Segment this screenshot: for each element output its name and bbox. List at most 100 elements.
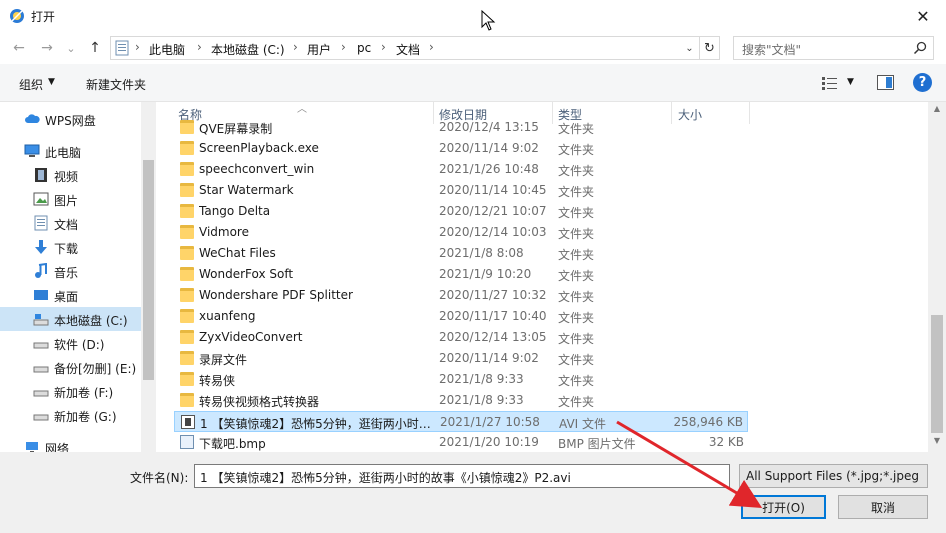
refresh-button[interactable]: ↻ xyxy=(699,37,719,59)
file-date: 2021/1/27 10:58 xyxy=(440,415,540,429)
file-name: Star Watermark xyxy=(199,183,294,197)
folder-icon xyxy=(180,225,194,239)
back-button[interactable]: ← xyxy=(8,36,30,60)
table-row[interactable]: WonderFox Soft 2021/1/9 10:20 文件夹 xyxy=(174,264,748,285)
sidebar-item-label: 图片 xyxy=(54,194,79,208)
search-icon xyxy=(913,41,927,55)
desktop-folder-icon xyxy=(34,290,48,300)
folder-icon xyxy=(180,246,194,260)
sidebar-item-drive-g[interactable]: 新加卷 (G:) xyxy=(0,403,141,427)
view-options-icon[interactable] xyxy=(821,76,839,90)
sidebar-item-desktop[interactable]: 桌面 xyxy=(0,283,141,307)
file-list: ︿ 名称 修改日期 类型 大小 QVE屏幕录制 2020/12/4 13:15 文件… xyxy=(163,102,928,452)
table-row[interactable]: Star Watermark 2020/11/14 10:45 文件夹 xyxy=(174,180,748,201)
file-date: 2020/12/21 10:07 xyxy=(439,204,547,218)
file-type-filter-select[interactable]: All Support Files (*.jpg;*.jpeg xyxy=(739,464,928,488)
file-date: 2020/11/27 10:32 xyxy=(439,288,547,302)
sidebar-item-pictures[interactable]: 图片 xyxy=(0,187,141,211)
downloads-folder-icon xyxy=(35,240,47,254)
table-row[interactable]: WeChat Files 2021/1/8 8:08 文件夹 xyxy=(174,243,748,264)
navigation-scrollbar-thumb[interactable] xyxy=(143,160,154,380)
file-type: 文件夹 xyxy=(558,206,595,220)
new-folder-button[interactable]: 新建文件夹 xyxy=(86,76,146,93)
file-date: 2021/1/8 9:33 xyxy=(439,372,524,386)
sidebar-item-label: 软件 (D:) xyxy=(54,338,105,352)
filename-label: 文件名(N): xyxy=(130,471,189,485)
folder-icon xyxy=(180,393,194,407)
sidebar-item-network[interactable]: 网络 xyxy=(0,435,141,452)
folder-icon xyxy=(115,40,129,56)
sidebar-item-drive-d[interactable]: 软件 (D:) xyxy=(0,331,141,355)
table-row[interactable]: speechconvert_win 2021/1/26 10:48 文件夹 xyxy=(174,159,748,180)
sidebar-item-this-pc[interactable]: 此电脑 xyxy=(0,139,141,163)
table-row[interactable]: 录屏文件 2020/11/14 9:02 文件夹 xyxy=(174,348,748,369)
file-date: 2020/11/14 9:02 xyxy=(439,141,539,155)
sidebar-item-label: 桌面 xyxy=(54,290,79,304)
file-date: 2021/1/8 9:33 xyxy=(439,393,524,407)
table-row[interactable]: Tango Delta 2020/12/21 10:07 文件夹 xyxy=(174,201,748,222)
window-title: 打开 xyxy=(31,10,56,24)
search-input[interactable]: 搜索"文档" xyxy=(733,36,934,60)
table-row[interactable]: 转易侠视频格式转换器 2021/1/8 9:33 文件夹 xyxy=(174,390,748,411)
filename-input[interactable]: 1 【笑镇惊魂2】恐怖5分钟，逛街两小时的故事《小镇惊魂2》P2.avi xyxy=(194,464,730,488)
file-type: 文件夹 xyxy=(558,395,595,409)
table-row[interactable]: 下载吧.bmp 2021/1/20 10:19 BMP 图片文件 32 KB xyxy=(174,432,748,452)
sidebar-item-drive-f[interactable]: 新加卷 (F:) xyxy=(0,379,141,403)
sidebar-item-drive-e[interactable]: 备份[勿删] (E:) xyxy=(0,355,141,379)
help-icon[interactable]: ? xyxy=(913,73,932,92)
scroll-up-arrow-icon[interactable]: ▲ xyxy=(928,104,946,118)
folder-icon xyxy=(180,351,194,365)
cancel-button[interactable]: 取消 xyxy=(838,495,928,519)
file-list-scrollbar-thumb[interactable] xyxy=(931,315,943,433)
table-row-selected[interactable]: 1 【笑镇惊魂2】恐怖5分钟，逛街两小时… 2021/1/27 10:58 AVI … xyxy=(174,411,748,432)
file-type: 文件夹 xyxy=(558,164,595,178)
table-row[interactable]: ScreenPlayback.exe 2020/11/14 9:02 文件夹 xyxy=(174,138,748,159)
scroll-down-arrow-icon[interactable]: ▼ xyxy=(928,436,946,450)
file-date: 2021/1/26 10:48 xyxy=(439,162,539,176)
folder-icon xyxy=(180,162,194,176)
file-name: speechconvert_win xyxy=(199,162,315,176)
table-row[interactable]: ZyxVideoConvert 2020/12/14 13:05 文件夹 xyxy=(174,327,748,348)
recent-locations-button[interactable]: ⌄ xyxy=(60,36,82,60)
file-type: 文件夹 xyxy=(558,290,595,304)
sidebar-item-downloads[interactable]: 下载 xyxy=(0,235,141,259)
forward-arrow-icon: → xyxy=(41,40,53,56)
address-bar[interactable]: › 此电脑 › 本地磁盘 (C:) › 用户 › pc › 文档 › ⌄ ↻ xyxy=(110,36,720,60)
table-row[interactable]: Vidmore 2020/12/14 10:03 文件夹 xyxy=(174,222,748,243)
title-bar: 打开 ✕ xyxy=(0,0,946,32)
table-row[interactable]: xuanfeng 2020/11/17 10:40 文件夹 xyxy=(174,306,748,327)
image-file-icon xyxy=(180,435,194,449)
close-button[interactable]: ✕ xyxy=(900,0,946,32)
breadcrumb-local-disk[interactable]: 本地磁盘 (C:) xyxy=(211,41,285,58)
up-button[interactable]: ↑ xyxy=(84,36,106,60)
breadcrumb-this-pc[interactable]: 此电脑 xyxy=(149,41,185,58)
column-divider[interactable] xyxy=(749,102,750,124)
breadcrumb-pc[interactable]: pc xyxy=(357,41,371,55)
preview-pane-icon[interactable] xyxy=(877,75,894,90)
file-date: 2020/12/14 13:05 xyxy=(439,330,547,344)
drive-icon xyxy=(33,390,49,397)
sidebar-item-wps-cloud[interactable]: WPS网盘 xyxy=(0,107,141,131)
sidebar-item-documents[interactable]: 文档 xyxy=(0,211,141,235)
sidebar-item-local-disk-c[interactable]: 本地磁盘 (C:) xyxy=(0,307,141,331)
address-history-dropdown[interactable]: ⌄ xyxy=(679,37,699,59)
folder-icon xyxy=(180,267,194,281)
open-button[interactable]: 打开(O) xyxy=(741,495,826,519)
breadcrumb-users[interactable]: 用户 xyxy=(307,41,331,58)
breadcrumb-separator: › xyxy=(429,40,434,54)
sidebar-item-videos[interactable]: 视频 xyxy=(0,163,141,187)
folder-icon xyxy=(180,372,194,386)
sidebar-item-music[interactable]: 音乐 xyxy=(0,259,141,283)
table-row[interactable]: QVE屏幕录制 2020/12/4 13:15 文件夹 xyxy=(174,117,748,138)
back-arrow-icon: ← xyxy=(13,40,25,56)
file-date: 2021/1/8 8:08 xyxy=(439,246,524,260)
breadcrumb-documents[interactable]: 文档 xyxy=(396,41,420,58)
view-caret-down-icon[interactable]: ▼ xyxy=(847,77,854,87)
table-row[interactable]: 转易侠 2021/1/8 9:33 文件夹 xyxy=(174,369,748,390)
organize-menu-button[interactable]: 组织 xyxy=(19,76,43,93)
sidebar-item-label: 下载 xyxy=(54,242,79,256)
forward-button[interactable]: → xyxy=(36,36,58,60)
file-name: 转易侠视频格式转换器 xyxy=(199,395,320,409)
file-type: 文件夹 xyxy=(558,374,595,388)
table-row[interactable]: Wondershare PDF Splitter 2020/11/27 10:32… xyxy=(174,285,748,306)
